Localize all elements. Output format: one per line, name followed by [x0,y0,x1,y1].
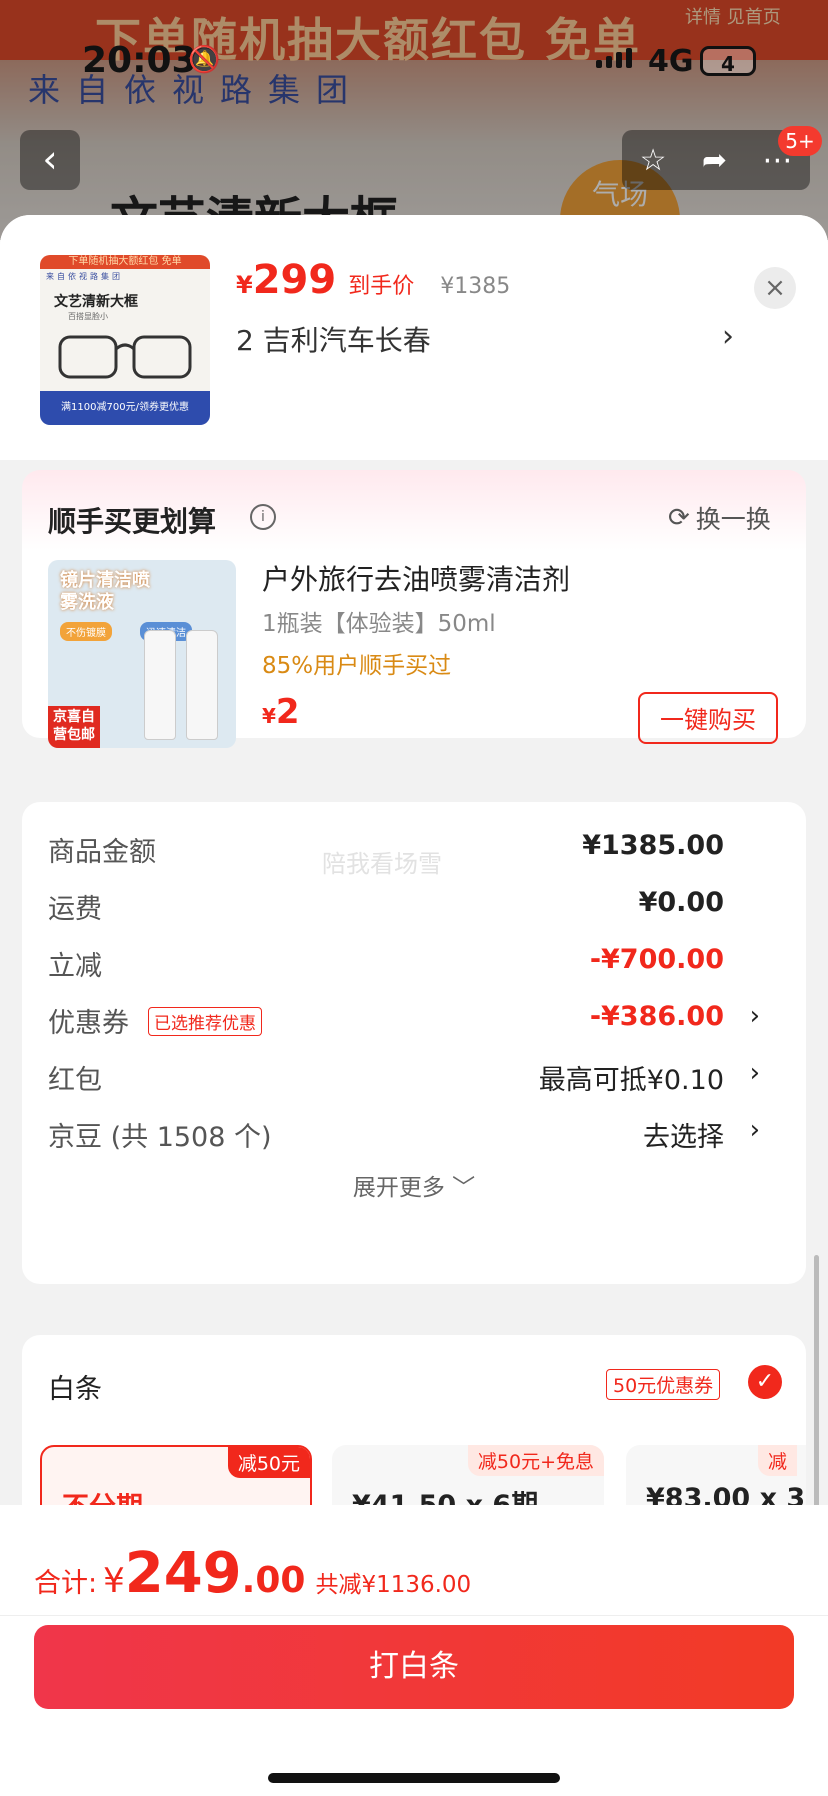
price-row: ¥ 299 到手价 ¥1385 [236,257,510,303]
summary-row: 运费 ¥0.00 [48,887,788,927]
order-summary-card: 陪我看场雪 商品金额 ¥1385.00 运费 ¥0.00 立减 -¥700.00… [22,802,806,1284]
expand-more-button[interactable]: 展开更多 ﹀ [22,1168,806,1202]
swap-label: 换一换 [695,505,771,534]
summary-label: 商品金额 [48,837,156,868]
baitiao-title: 白条 [48,1374,102,1405]
chevron-right-icon: › [749,1001,760,1031]
summary-label: 京豆 (共 1508 个) [48,1122,272,1153]
baitiao-coupon-tag: 50元优惠券 [606,1369,721,1400]
one-click-buy-button[interactable]: 一键购买 [638,692,778,744]
delivery-address[interactable]: 2 吉利汽车长春 [236,319,431,359]
summary-row: 立减 -¥700.00 [48,944,788,984]
summary-label: 运费 [48,894,102,925]
thumbnail-banner: 下单随机抽大额红包 免单 [40,255,210,269]
jingdou-row[interactable]: 京豆 (共 1508 个) 去选择 › [48,1115,788,1155]
upsell-title: 顺手买更划算 [48,505,217,538]
red-packet-row[interactable]: 红包 最高可抵¥0.10 › [48,1058,788,1098]
upsell-price: ¥ 2 [262,692,300,732]
upsell-currency: ¥ [262,704,276,728]
share-icon[interactable]: ➦ [702,143,727,178]
final-price-tag: 到手价 [348,274,415,299]
installment-tag: 减50元 [227,1447,310,1478]
coupon-row[interactable]: 优惠券 已选推荐优惠 -¥386.00 › [48,1001,788,1041]
upsell-image-chip: 不伤镀膜 [60,622,112,641]
upsell-image-badge: 京喜自营包邮 [48,706,100,748]
summary-value: 去选择 [643,1122,724,1153]
swap-button[interactable]: ⟳ 换一换 [668,500,771,536]
chevron-right-icon[interactable]: › [722,319,734,354]
summary-label: 立减 [48,951,102,982]
star-icon[interactable]: ☆ [640,143,667,178]
thumbnail-promo: 满1100减700元/领券更优惠 [40,391,210,425]
status-bar: 20:03 🔕 4G 4 [0,0,828,110]
upsell-product-image[interactable]: 镜片清洁喷雾洗液 不伤镀膜 迅速清洁 京喜自营包邮 [48,560,236,748]
thumbnail-title: 文艺清新大框 [54,294,138,310]
installment-tag: 减50元+免息 [467,1445,604,1476]
price-currency: ¥ [236,271,253,299]
product-thumbnail: 下单随机抽大额红包 免单 来自依视路集团 文艺清新大框 百搭显脸小 满1100减… [40,255,210,425]
check-icon[interactable]: ✓ [748,1365,782,1399]
summary-value: 最高可抵¥0.10 [538,1065,724,1096]
total-row: 合计: ¥ 249 .00 共减¥1136.00 [34,1541,471,1606]
total-currency: ¥ [103,1561,125,1601]
info-icon[interactable]: i [250,504,276,530]
silent-bell-icon: 🔕 [188,45,221,75]
close-button[interactable]: × [754,267,796,309]
original-price: ¥1385 [440,274,511,299]
summary-value: -¥700.00 [589,944,724,975]
checkout-footer: 合计: ¥ 249 .00 共减¥1136.00 打白条 [0,1505,828,1796]
total-amount: 249 [124,1541,242,1606]
final-price: 299 [252,257,337,303]
summary-label: 红包 [48,1065,102,1096]
chevron-right-icon: › [749,1115,760,1145]
cellular-signal-icon [596,48,632,68]
network-type: 4G [648,44,694,79]
summary-value: ¥0.00 [638,887,724,918]
chevron-right-icon: › [749,1058,760,1088]
battery-icon: 4 [700,46,756,76]
divider [0,1615,828,1616]
summary-value: ¥1385.00 [582,830,724,861]
coupon-tag: 已选推荐优惠 [148,1007,262,1036]
total-savings: 共减¥1136.00 [315,1572,472,1598]
upsell-product-spec: 1瓶装【体验装】50ml [262,611,496,637]
summary-row: 商品金额 ¥1385.00 [48,830,788,870]
back-button[interactable]: ‹ [20,130,80,190]
total-decimals: .00 [241,1560,306,1601]
installment-tag: 减 [758,1445,798,1476]
sheet-header: 下单随机抽大额红包 免单 来自依视路集团 文艺清新大框 百搭显脸小 满1100减… [0,215,828,460]
pay-baitiao-button[interactable]: 打白条 [34,1625,794,1709]
thumbnail-subtitle: 百搭显脸小 [68,312,108,321]
upsell-price-value: 2 [275,692,300,732]
message-count-badge: 5+ [778,126,822,156]
status-time: 20:03 [82,40,197,81]
summary-value: -¥386.00 [589,1001,724,1032]
refresh-icon: ⟳ [668,503,690,533]
summary-label: 优惠券 [48,1008,129,1039]
glasses-icon [58,335,192,379]
thumbnail-brand: 来自依视路集团 [46,272,123,281]
home-indicator[interactable] [268,1773,560,1783]
upsell-image-title: 镜片清洁喷雾洗液 [60,570,150,613]
upsell-buy-rate: 85%用户顺手买过 [262,653,452,679]
spray-bottle-icon [186,630,218,740]
upsell-product-name[interactable]: 户外旅行去油喷雾清洁剂 [262,558,570,598]
total-label: 合计: [34,1568,98,1599]
upsell-card: 顺手买更划算 i ⟳ 换一换 镜片清洁喷雾洗液 不伤镀膜 迅速清洁 京喜自营包邮… [22,470,806,748]
spray-bottle-icon [144,630,176,740]
